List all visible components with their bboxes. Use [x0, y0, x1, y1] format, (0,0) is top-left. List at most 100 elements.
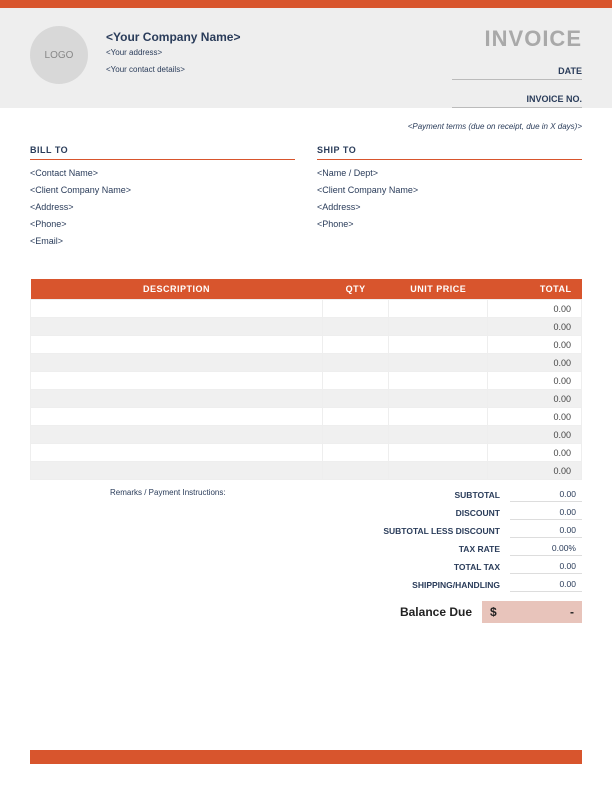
cell-total: 0.00 — [488, 390, 582, 408]
discount-value: 0.00 — [510, 507, 582, 520]
summary-total-tax: TOTAL TAX 0.00 — [352, 558, 582, 576]
bill-to-block: BILL TO <Contact Name> <Client Company N… — [30, 145, 295, 253]
summary-subtotal-less: SUBTOTAL LESS DISCOUNT 0.00 — [352, 522, 582, 540]
company-contact: <Your contact details> — [106, 65, 240, 74]
summary-subtotal: SUBTOTAL 0.00 — [352, 486, 582, 504]
col-qty: QTY — [323, 279, 389, 300]
ship-to-block: SHIP TO <Name / Dept> <Client Company Na… — [317, 145, 582, 253]
ship-to-line: <Phone> — [317, 219, 582, 229]
cell-description — [31, 390, 323, 408]
total-tax-value: 0.00 — [510, 561, 582, 574]
cell-qty — [323, 426, 389, 444]
summary-discount: DISCOUNT 0.00 — [352, 504, 582, 522]
cell-qty — [323, 408, 389, 426]
below-table: Remarks / Payment Instructions: SUBTOTAL… — [30, 486, 582, 624]
cell-unit_price — [389, 372, 488, 390]
balance-currency: $ — [490, 605, 497, 619]
cell-qty — [323, 354, 389, 372]
cell-description — [31, 336, 323, 354]
shipping-label: SHIPPING/HANDLING — [352, 580, 510, 590]
cell-unit_price — [389, 444, 488, 462]
top-accent-bar — [0, 0, 612, 8]
cell-total: 0.00 — [488, 354, 582, 372]
cell-qty — [323, 372, 389, 390]
date-label: DATE — [452, 66, 582, 80]
cell-description — [31, 318, 323, 336]
cell-qty — [323, 300, 389, 318]
bill-to-line: <Address> — [30, 202, 295, 212]
cell-unit_price — [389, 426, 488, 444]
subtotal-less-value: 0.00 — [510, 525, 582, 538]
table-row: 0.00 — [31, 426, 582, 444]
tax-rate-value: 0.00% — [510, 543, 582, 556]
subtotal-less-label: SUBTOTAL LESS DISCOUNT — [352, 526, 510, 536]
cell-total: 0.00 — [488, 408, 582, 426]
ship-to-line: <Client Company Name> — [317, 185, 582, 195]
cell-description — [31, 444, 323, 462]
table-row: 0.00 — [31, 444, 582, 462]
summary-tax-rate: TAX RATE 0.00% — [352, 540, 582, 558]
company-address: <Your address> — [106, 48, 240, 57]
address-row: BILL TO <Contact Name> <Client Company N… — [30, 145, 582, 253]
remarks-label: Remarks / Payment Instructions: — [30, 486, 352, 624]
bill-to-line: <Contact Name> — [30, 168, 295, 178]
cell-qty — [323, 336, 389, 354]
table-row: 0.00 — [31, 408, 582, 426]
cell-qty — [323, 444, 389, 462]
table-row: 0.00 — [31, 354, 582, 372]
cell-qty — [323, 462, 389, 480]
table-row: 0.00 — [31, 462, 582, 480]
cell-unit_price — [389, 390, 488, 408]
cell-unit_price — [389, 318, 488, 336]
shipping-value: 0.00 — [510, 579, 582, 592]
cell-total: 0.00 — [488, 318, 582, 336]
bill-to-header: BILL TO — [30, 145, 295, 160]
payment-terms: <Payment terms (due on receipt, due in X… — [30, 122, 582, 131]
subtotal-label: SUBTOTAL — [352, 490, 510, 500]
cell-total: 0.00 — [488, 444, 582, 462]
line-items-table: DESCRIPTION QTY UNIT PRICE TOTAL 0.000.0… — [30, 279, 582, 480]
balance-due-value: $ - — [482, 601, 582, 623]
ship-to-header: SHIP TO — [317, 145, 582, 160]
invoice-number-label: INVOICE NO. — [452, 94, 582, 108]
balance-due-label: Balance Due — [352, 605, 482, 619]
total-tax-label: TOTAL TAX — [352, 562, 510, 572]
summary-shipping: SHIPPING/HANDLING 0.00 — [352, 576, 582, 594]
cell-total: 0.00 — [488, 336, 582, 354]
cell-unit_price — [389, 300, 488, 318]
company-block: <Your Company Name> <Your address> <Your… — [106, 26, 240, 84]
ship-to-line: <Address> — [317, 202, 582, 212]
cell-unit_price — [389, 408, 488, 426]
tax-rate-label: TAX RATE — [352, 544, 510, 554]
bill-to-line: <Phone> — [30, 219, 295, 229]
bill-to-line: <Email> — [30, 236, 295, 246]
bill-to-line: <Client Company Name> — [30, 185, 295, 195]
balance-amount: - — [570, 605, 574, 619]
bottom-accent-bar — [30, 750, 582, 764]
cell-qty — [323, 390, 389, 408]
invoice-title: INVOICE — [452, 26, 582, 52]
logo-placeholder: LOGO — [30, 26, 88, 84]
table-row: 0.00 — [31, 390, 582, 408]
cell-qty — [323, 318, 389, 336]
content: <Payment terms (due on receipt, due in X… — [0, 108, 612, 624]
invoice-block: INVOICE DATE INVOICE NO. — [452, 26, 582, 122]
cell-description — [31, 426, 323, 444]
cell-description — [31, 354, 323, 372]
table-row: 0.00 — [31, 336, 582, 354]
table-row: 0.00 — [31, 318, 582, 336]
cell-total: 0.00 — [488, 372, 582, 390]
table-row: 0.00 — [31, 372, 582, 390]
cell-total: 0.00 — [488, 300, 582, 318]
summary-block: SUBTOTAL 0.00 DISCOUNT 0.00 SUBTOTAL LES… — [352, 486, 582, 624]
cell-total: 0.00 — [488, 426, 582, 444]
cell-total: 0.00 — [488, 462, 582, 480]
cell-unit_price — [389, 336, 488, 354]
table-row: 0.00 — [31, 300, 582, 318]
cell-unit_price — [389, 462, 488, 480]
discount-label: DISCOUNT — [352, 508, 510, 518]
subtotal-value: 0.00 — [510, 489, 582, 502]
balance-due-row: Balance Due $ - — [352, 600, 582, 624]
header: LOGO <Your Company Name> <Your address> … — [0, 8, 612, 108]
ship-to-line: <Name / Dept> — [317, 168, 582, 178]
